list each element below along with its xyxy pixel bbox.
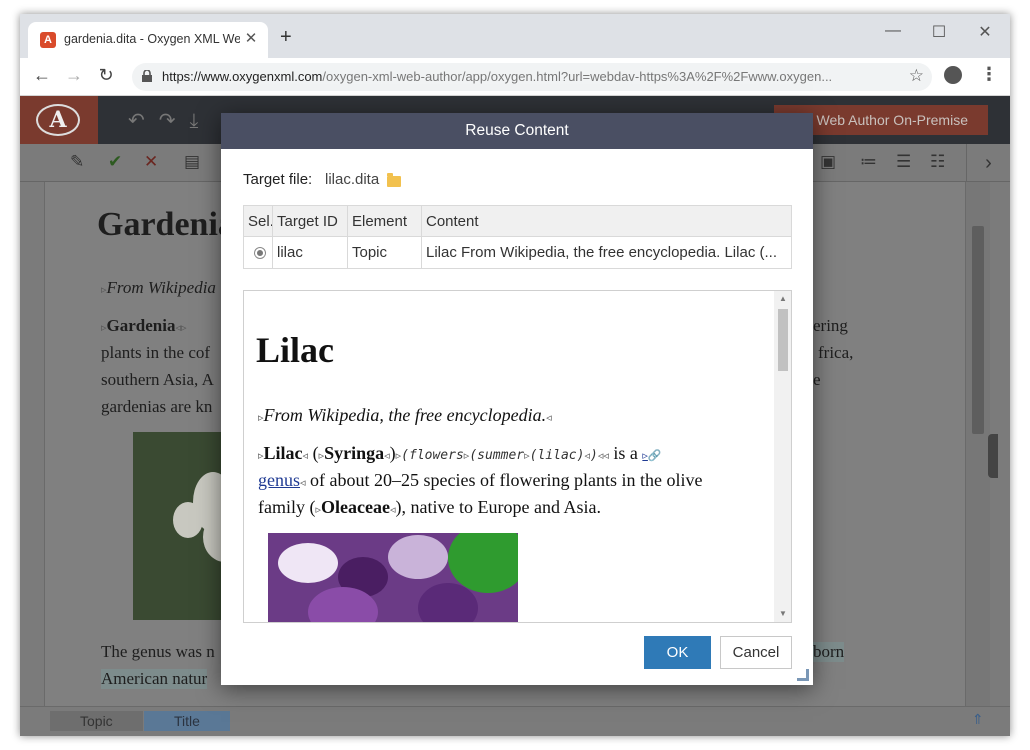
- breadcrumb: Topic Title ⇑: [20, 706, 1010, 736]
- column-header-content[interactable]: Content: [422, 206, 792, 237]
- omnibox[interactable]: https://www.oxygenxml.com/oxygen-xml-web…: [132, 63, 932, 91]
- doc-line-4-right: e: [813, 370, 821, 389]
- document-title: Gardenia: [97, 206, 235, 243]
- preview-scroll-thumb[interactable]: [778, 309, 788, 371]
- targets-table: Sel. Target ID Element Content lilac Top…: [243, 205, 792, 269]
- content-preview: Lilac ▹From Wikipedia, the free encyclop…: [243, 290, 792, 623]
- preview-paragraph-line-1: ▹Lilac◃ (▹Syringa◃)▹(flowers▹(summer▹(li…: [258, 443, 662, 463]
- window-close-icon[interactable]: ✕: [970, 22, 1000, 42]
- address-bar: ← → ↻ https://www.oxygenxml.com/oxygen-x…: [20, 58, 1010, 96]
- table-row-element[interactable]: Topic: [348, 237, 422, 268]
- side-panel-toggle[interactable]: [988, 434, 998, 478]
- folder-icon[interactable]: [387, 173, 401, 187]
- doc-line-5: gardenias are kn: [101, 397, 213, 416]
- browser-menu-icon[interactable]: ⋮: [980, 64, 998, 85]
- numbered-list-icon[interactable]: ☷: [930, 152, 945, 172]
- maximize-icon[interactable]: ☐: [924, 22, 954, 42]
- bulleted-list-icon[interactable]: ☰: [896, 152, 911, 172]
- minimize-icon[interactable]: —: [878, 22, 908, 40]
- bookmark-star-icon[interactable]: ☆: [909, 66, 924, 86]
- ok-button[interactable]: OK: [644, 636, 711, 669]
- doc-shortdesc: ▹From Wikipedia: [101, 278, 216, 297]
- preview-paragraph-line-2: genus◃ of about 20–25 species of floweri…: [258, 470, 703, 490]
- doc-para-start: ▹Gardenia◃▹: [101, 316, 187, 335]
- column-header-target-id[interactable]: Target ID: [273, 206, 347, 237]
- document-scrollbar[interactable]: [966, 182, 990, 706]
- column-header-element[interactable]: Element: [348, 206, 422, 237]
- close-icon[interactable]: ✕: [242, 30, 260, 48]
- undo-redo-download-icons[interactable]: ↶↷⤓: [128, 108, 212, 133]
- expand-up-icon[interactable]: ⇑: [972, 711, 984, 728]
- genus-link[interactable]: genus: [258, 470, 300, 490]
- app-logo: A: [20, 96, 98, 144]
- browser-tab[interactable]: A gardenia.dita - Oxygen XML Web Author …: [28, 22, 268, 58]
- account-icon[interactable]: [944, 66, 962, 84]
- comment-icon[interactable]: ▤: [184, 152, 200, 172]
- cancel-button[interactable]: Cancel: [720, 636, 792, 669]
- doc-line-2-right: ering: [813, 316, 848, 335]
- breadcrumb-title[interactable]: Title: [144, 711, 230, 731]
- preview-scrollbar[interactable]: ▲ ▼: [774, 291, 791, 622]
- scroll-up-icon[interactable]: ▲: [779, 294, 787, 303]
- target-file-value: lilac.dita: [325, 171, 380, 188]
- lock-icon: [142, 70, 152, 82]
- accept-change-icon[interactable]: ✔: [108, 152, 122, 172]
- url-text: https://www.oxygenxml.com/oxygen-xml-web…: [162, 69, 833, 84]
- oxygen-logo-icon: A: [36, 104, 80, 136]
- scroll-down-icon[interactable]: ▼: [779, 609, 787, 618]
- oxygen-favicon-icon: A: [40, 32, 56, 48]
- doc-line-7: American natur: [101, 669, 208, 689]
- dialog-title: Reuse Content: [221, 113, 813, 149]
- resize-handle-icon[interactable]: [797, 669, 809, 681]
- preview-title: Lilac: [256, 330, 334, 370]
- back-arrow-icon[interactable]: ←: [30, 65, 54, 86]
- breadcrumb-topic[interactable]: Topic: [50, 711, 143, 731]
- row-select-radio[interactable]: [254, 247, 266, 259]
- doc-line-3: plants in the cof: [101, 343, 211, 362]
- more-toolbar-chevron-icon[interactable]: ›: [966, 144, 1010, 182]
- forward-arrow-icon[interactable]: →: [62, 65, 86, 86]
- column-header-sel[interactable]: Sel.: [244, 206, 274, 237]
- lilac-image: [268, 533, 518, 622]
- insert-list-item-icon[interactable]: ≔: [860, 152, 877, 172]
- reject-change-icon[interactable]: ✕: [144, 152, 158, 172]
- doc-line-4: southern Asia, A: [101, 370, 214, 389]
- track-changes-icon[interactable]: ✎: [70, 152, 84, 172]
- doc-line-6-right: born: [813, 642, 845, 662]
- conref-icon[interactable]: ▣: [820, 152, 836, 172]
- tab-bar: A gardenia.dita - Oxygen XML Web Author …: [20, 14, 1010, 58]
- new-tab-button[interactable]: +: [280, 27, 292, 47]
- target-file-label: Target file:: [243, 171, 313, 188]
- tab-title: gardenia.dita - Oxygen XML Web Author: [64, 32, 240, 46]
- table-row-target-id[interactable]: lilac: [273, 237, 347, 268]
- preview-paragraph-line-3: family (▹Oleaceae◃), native to Europe an…: [258, 497, 601, 517]
- reload-icon[interactable]: ↻: [94, 65, 118, 86]
- reuse-content-dialog: Reuse Content Target file: lilac.dita Se…: [221, 113, 813, 685]
- doc-line-3-right: frica,: [818, 343, 854, 362]
- document-scroll-thumb[interactable]: [972, 226, 984, 434]
- preview-shortdesc: ▹From Wikipedia, the free encyclopedia.◃: [258, 405, 552, 425]
- table-row-content[interactable]: Lilac From Wikipedia, the free encyclope…: [422, 237, 787, 268]
- doc-line-6: The genus was n: [101, 642, 215, 661]
